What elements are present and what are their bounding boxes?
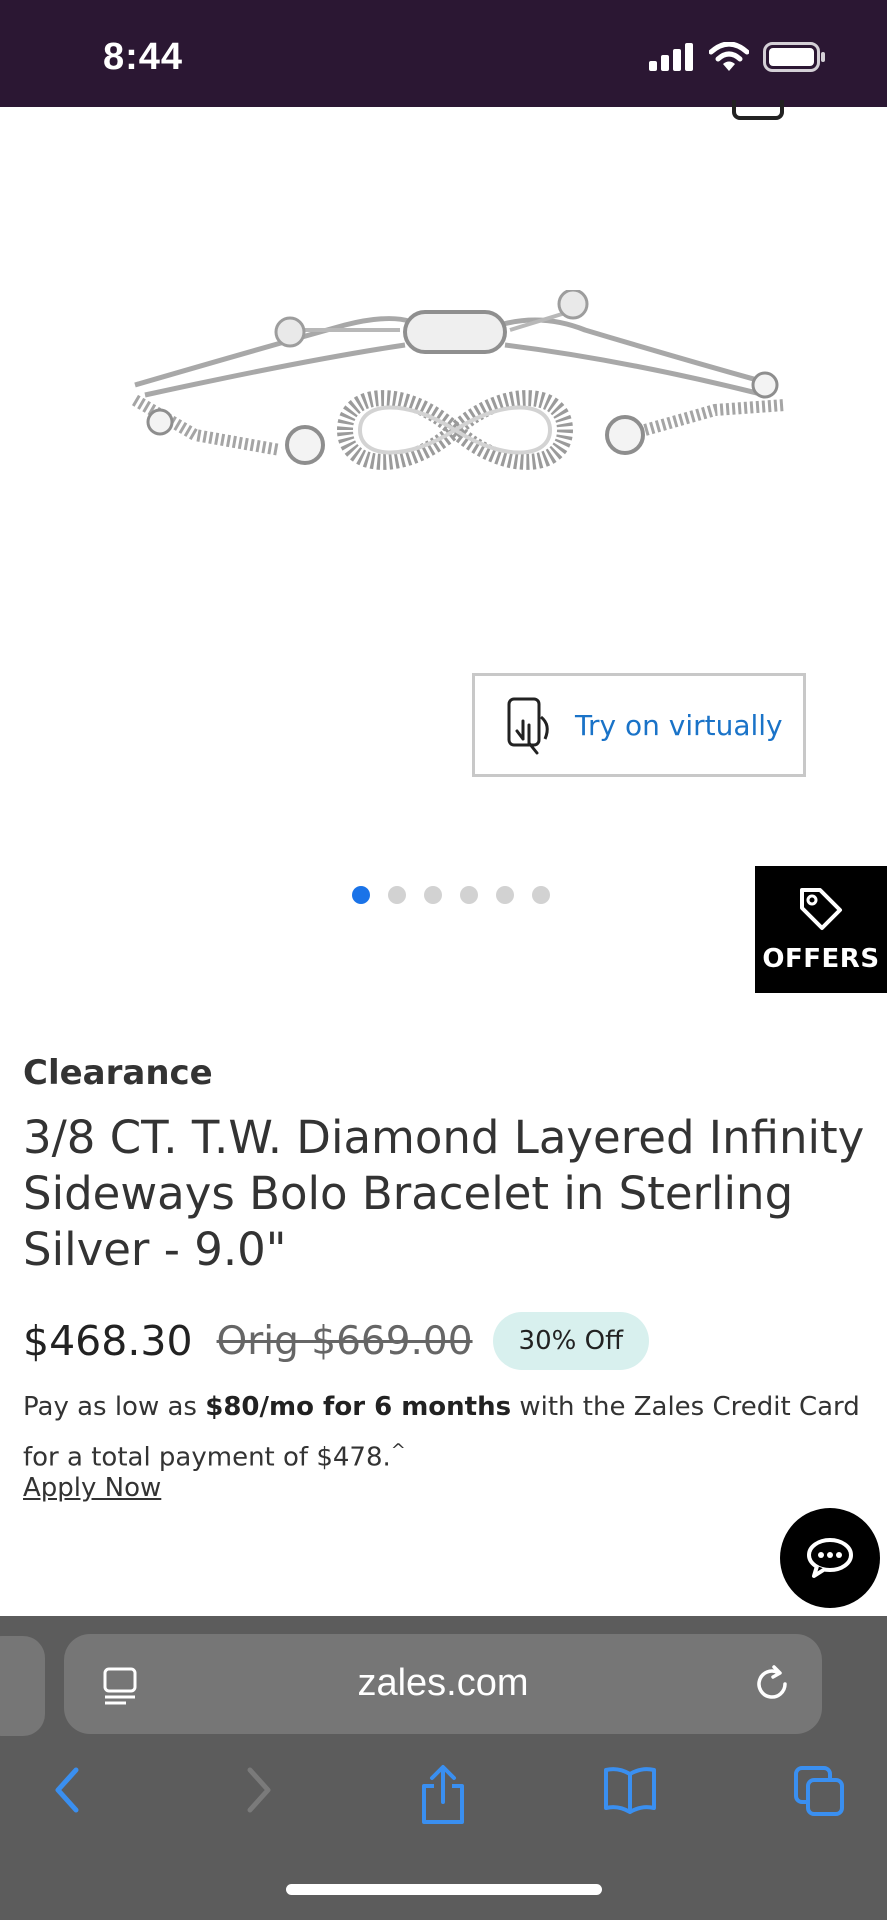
status-bar: 8:44: [0, 0, 887, 107]
address-bar[interactable]: zales.com: [64, 1634, 822, 1734]
carousel-dots: [352, 886, 550, 904]
carousel-dot[interactable]: [388, 886, 406, 904]
price-row: $468.30 Orig $669.00 30% Off: [23, 1312, 649, 1370]
sale-price: $468.30: [23, 1317, 193, 1365]
hand-phone-icon: [507, 697, 549, 755]
product-title: 3/8 CT. T.W. Diamond Layered Infinity Si…: [23, 1111, 865, 1276]
bookmarks-icon[interactable]: [602, 1764, 658, 1816]
carousel-dot[interactable]: [532, 886, 550, 904]
previous-tab-preview[interactable]: [0, 1636, 45, 1736]
forward-arrow-icon[interactable]: [238, 1764, 278, 1816]
apply-now-link[interactable]: Apply Now: [23, 1473, 161, 1503]
carousel-dot[interactable]: [460, 886, 478, 904]
share-icon[interactable]: [418, 1764, 468, 1826]
status-icons: [649, 42, 827, 72]
home-indicator[interactable]: [286, 1884, 602, 1895]
battery-icon: [763, 42, 825, 72]
financing-amount: $80/mo for 6 months: [205, 1392, 512, 1422]
carousel-dot[interactable]: [424, 886, 442, 904]
discount-badge: 30% Off: [492, 1312, 649, 1370]
cellular-signal-icon: [649, 43, 693, 71]
financing-prefix: Pay as low as: [23, 1392, 206, 1422]
browser-toolbar: [0, 1764, 887, 1844]
carousel-dot[interactable]: [496, 886, 514, 904]
safari-bottom-bar: zales.com: [0, 1616, 887, 1920]
reload-icon[interactable]: [752, 1664, 792, 1704]
header-icon-partial[interactable]: [732, 100, 784, 120]
bracelet-product-image[interactable]: [105, 290, 805, 570]
offers-button[interactable]: OFFERS: [755, 866, 887, 993]
financing-footnote-mark: ^: [390, 1440, 406, 1461]
clearance-label: Clearance: [23, 1053, 213, 1093]
chat-button[interactable]: [780, 1508, 880, 1608]
tag-icon: [800, 887, 842, 930]
product-page: Try on virtually OFFERS Clearance 3/8 CT…: [0, 100, 887, 1616]
original-price: Orig $669.00: [216, 1318, 473, 1364]
chat-bubble-icon: [807, 1538, 853, 1578]
url-text: zales.com: [357, 1662, 529, 1704]
carousel-dot[interactable]: [352, 886, 370, 904]
status-time: 8:44: [103, 36, 184, 78]
back-arrow-icon[interactable]: [48, 1764, 88, 1816]
try-on-virtually-button[interactable]: Try on virtually: [472, 673, 806, 777]
offers-label: OFFERS: [762, 943, 880, 974]
try-on-label: Try on virtually: [575, 708, 783, 742]
wifi-icon: [709, 42, 749, 71]
tabs-icon[interactable]: [792, 1764, 846, 1818]
financing-text: Pay as low as $80/mo for 6 months with t…: [23, 1385, 868, 1480]
